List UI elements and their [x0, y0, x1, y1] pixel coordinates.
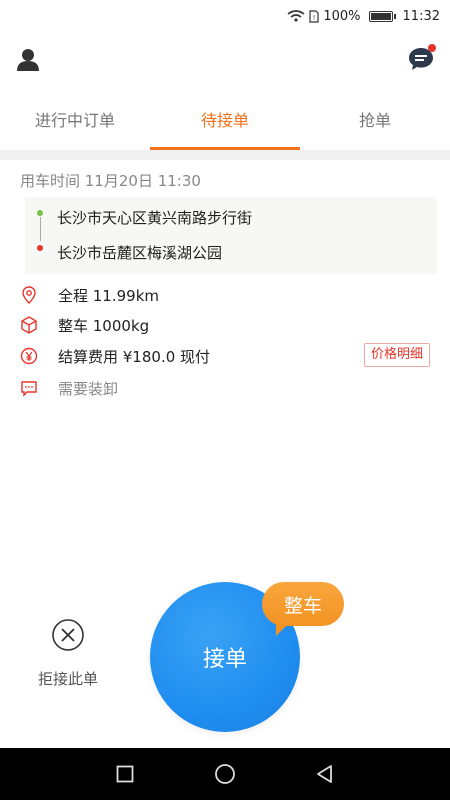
close-circle-icon — [52, 619, 84, 651]
location-icon — [20, 286, 38, 304]
section-divider — [0, 150, 450, 160]
cargo-text: 整车 1000kg — [58, 316, 150, 335]
accept-label: 接单 — [202, 647, 247, 672]
user-icon[interactable] — [14, 46, 42, 74]
reject-label: 拒接此单 — [37, 670, 98, 688]
home-button[interactable] — [213, 762, 237, 786]
price-detail-button[interactable]: 价格明细 — [363, 343, 430, 367]
notification-dot — [428, 44, 436, 52]
battery-percent: 100% — [323, 8, 361, 24]
start-address: 长沙市天心区黄兴南路步行街 — [57, 209, 253, 227]
loading-row: 需要装卸 — [20, 375, 430, 401]
yuan-icon — [20, 347, 38, 365]
battery-icon — [368, 10, 396, 22]
distance-row: 全程 11.99km — [20, 282, 430, 308]
end-address: 长沙市岳麓区梅溪湖公园 — [57, 244, 223, 262]
loading-text: 需要装卸 — [58, 379, 119, 398]
clock: 11:32 — [402, 8, 440, 24]
distance-text: 全程 11.99km — [58, 286, 160, 305]
vehicle-type-tag: 整车 — [262, 582, 344, 636]
order-tabs: 进行中订单 待接单 抢单 — [0, 96, 450, 150]
tab-in-progress[interactable]: 进行中订单 — [0, 96, 150, 150]
end-dot — [37, 245, 43, 251]
fee-row: 结算费用 ¥180.0 现付 价格明细 — [20, 343, 430, 369]
route-line — [39, 217, 41, 241]
cargo-row: 整车 1000kg — [20, 312, 430, 338]
wifi-icon — [287, 10, 305, 22]
message-button[interactable] — [406, 44, 436, 74]
back-button[interactable] — [313, 762, 337, 786]
status-bar: ! 100% 11:32 — [0, 0, 450, 32]
circle-icon — [215, 764, 235, 784]
sim-icon: ! — [309, 9, 319, 23]
order-time: 用车时间 11月20日 11:30 — [20, 172, 201, 190]
route-box: 长沙市天心区黄兴南路步行街 长沙市岳麓区梅溪湖公园 — [25, 197, 437, 274]
svg-text:!: ! — [313, 14, 316, 22]
back-triangle-icon — [317, 765, 332, 783]
chat-icon — [20, 379, 38, 397]
recents-button[interactable] — [113, 762, 137, 786]
start-dot — [37, 210, 43, 216]
reject-order-button[interactable]: 拒接此单 — [30, 618, 106, 689]
tag-label: 整车 — [283, 594, 322, 617]
navigation-bar — [0, 748, 450, 800]
app-header — [0, 32, 450, 90]
fee-text: 结算费用 ¥180.0 现付 — [58, 347, 211, 366]
tab-grab[interactable]: 抢单 — [300, 96, 450, 150]
box-icon — [20, 316, 38, 334]
tab-pending[interactable]: 待接单 — [150, 96, 300, 150]
square-icon — [116, 765, 134, 783]
